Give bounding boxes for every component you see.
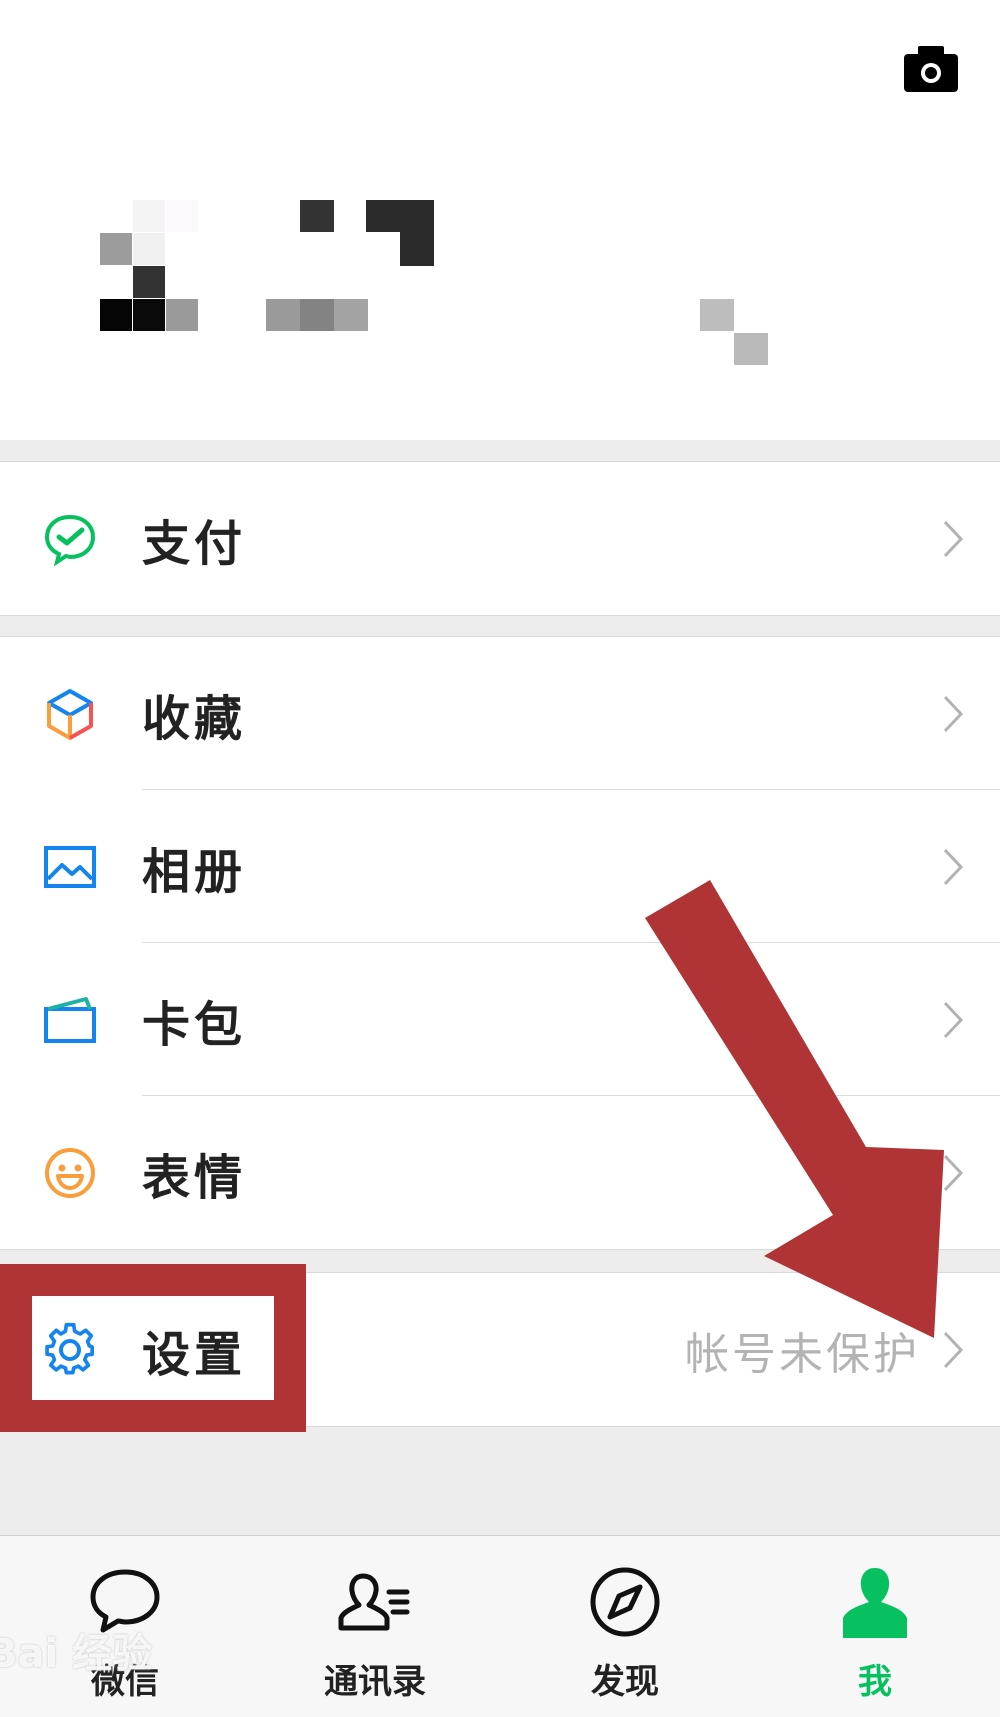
album-picture-icon	[44, 845, 96, 888]
tab-me[interactable]: 我	[775, 1536, 975, 1717]
favorites-cube-icon	[47, 688, 93, 740]
card-wallet-icon	[44, 996, 96, 1043]
chevron-right-icon	[943, 695, 964, 732]
profile-header[interactable]	[0, 0, 1000, 440]
chevron-right-icon	[943, 1154, 964, 1191]
menu-group-tools: 收藏 相册 卡包 表情	[0, 636, 1000, 1250]
emoji-smile-icon	[45, 1147, 95, 1198]
menu-item-label: 表情	[142, 1149, 247, 1206]
tab-discover[interactable]: 发现	[525, 1536, 725, 1717]
menu-item-label: 收藏	[142, 690, 247, 747]
tab-label: 我	[858, 1662, 892, 1702]
chevron-right-icon	[943, 1331, 964, 1368]
person-icon	[843, 1568, 907, 1638]
chevron-right-icon	[943, 520, 964, 557]
menu-item-cards[interactable]: 卡包	[0, 943, 1000, 1096]
compass-icon	[590, 1567, 660, 1637]
chevron-right-icon	[943, 848, 964, 885]
contacts-icon	[338, 1573, 410, 1631]
baidu-watermark: Bai 经验	[0, 1631, 153, 1677]
account-protection-status: 帐号未保护	[685, 1328, 920, 1380]
chevron-right-icon	[943, 1001, 964, 1038]
settings-highlight-box	[0, 1264, 306, 1432]
tab-contacts[interactable]: 通讯录	[275, 1536, 475, 1717]
menu-item-label: 卡包	[142, 996, 247, 1053]
tab-label: 发现	[591, 1662, 659, 1702]
menu-item-label: 支付	[142, 515, 247, 572]
tab-label: 通讯录	[324, 1662, 426, 1702]
bottom-tab-bar: 微信 通讯录 发现 我 Bai 经验	[0, 1535, 1000, 1717]
camera-icon[interactable]	[904, 44, 958, 92]
menu-item-album[interactable]: 相册	[0, 790, 1000, 943]
menu-item-label: 相册	[142, 843, 247, 900]
menu-item-favorites[interactable]: 收藏	[0, 637, 1000, 790]
menu-group-pay: 支付	[0, 461, 1000, 616]
menu-item-emoji[interactable]: 表情	[0, 1096, 1000, 1249]
wechat-pay-icon	[44, 514, 96, 567]
menu-item-pay[interactable]: 支付	[0, 462, 1000, 615]
